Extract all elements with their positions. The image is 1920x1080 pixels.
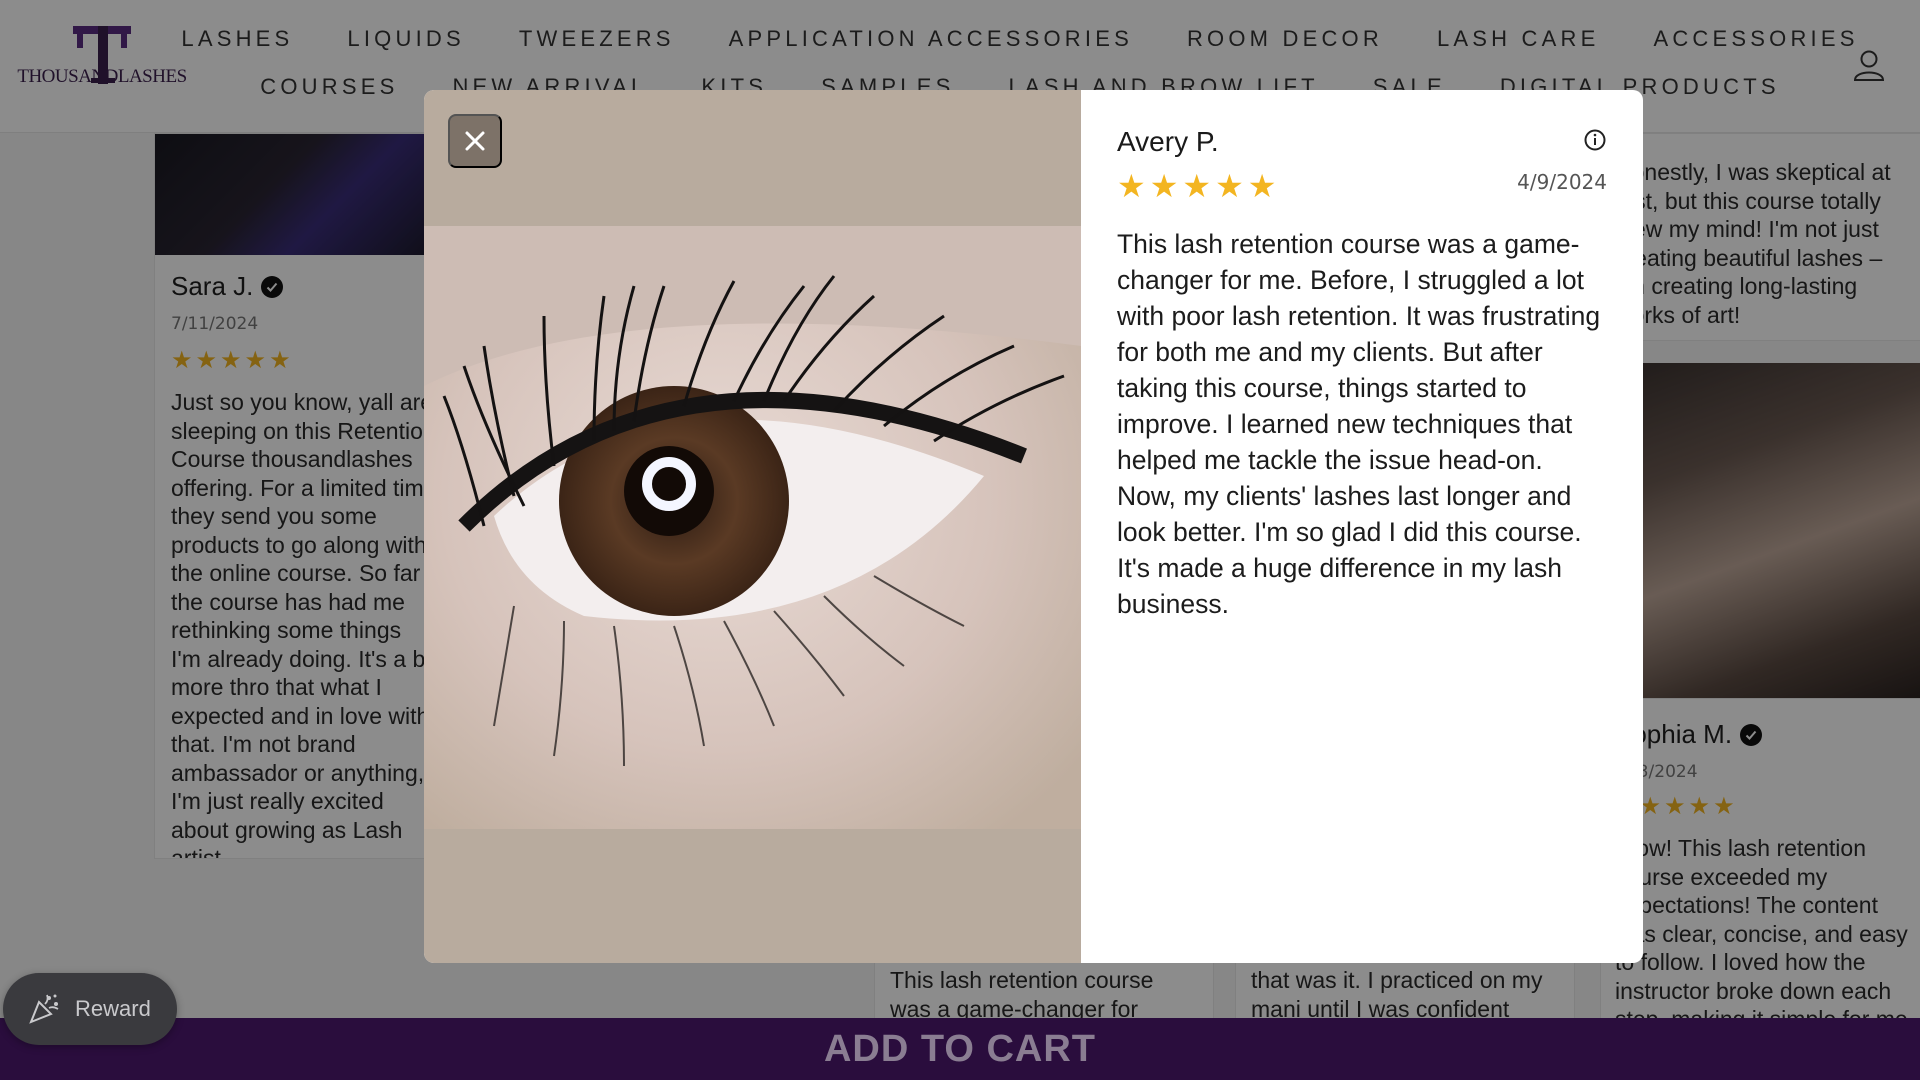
review-media-panel (424, 90, 1081, 963)
reward-button[interactable]: Reward (3, 973, 177, 1045)
reward-label: Reward (75, 996, 151, 1021)
star-icon: ★ (1149, 167, 1179, 205)
reviewer-name: Avery P. (1117, 126, 1219, 157)
star-icon: ★ (1182, 167, 1212, 205)
close-button[interactable] (448, 114, 502, 168)
star-icon: ★ (1117, 167, 1146, 205)
review-photo-eye[interactable] (424, 226, 1081, 829)
review-body: This lash retention course was a game-ch… (1117, 229, 1601, 619)
eye-lash-photo (424, 226, 1081, 829)
info-icon[interactable] (1583, 128, 1607, 152)
review-details-panel: Avery P. ★ ★ ★ ★ ★ 4/9/2024 This lash retent… (1081, 90, 1643, 963)
review-modal: Avery P. ★ ★ ★ ★ ★ 4/9/2024 This lash retent… (424, 90, 1643, 963)
add-to-cart-label: ADD TO CART (823, 1027, 1097, 1070)
star-icon: ★ (1215, 167, 1244, 205)
party-popper-icon (29, 994, 59, 1024)
review-date: 4/9/2024 (1517, 170, 1607, 194)
star-icon: ★ (1247, 167, 1277, 205)
close-icon (465, 131, 485, 151)
add-to-cart-bar[interactable]: ADD TO CART (0, 1018, 1920, 1080)
